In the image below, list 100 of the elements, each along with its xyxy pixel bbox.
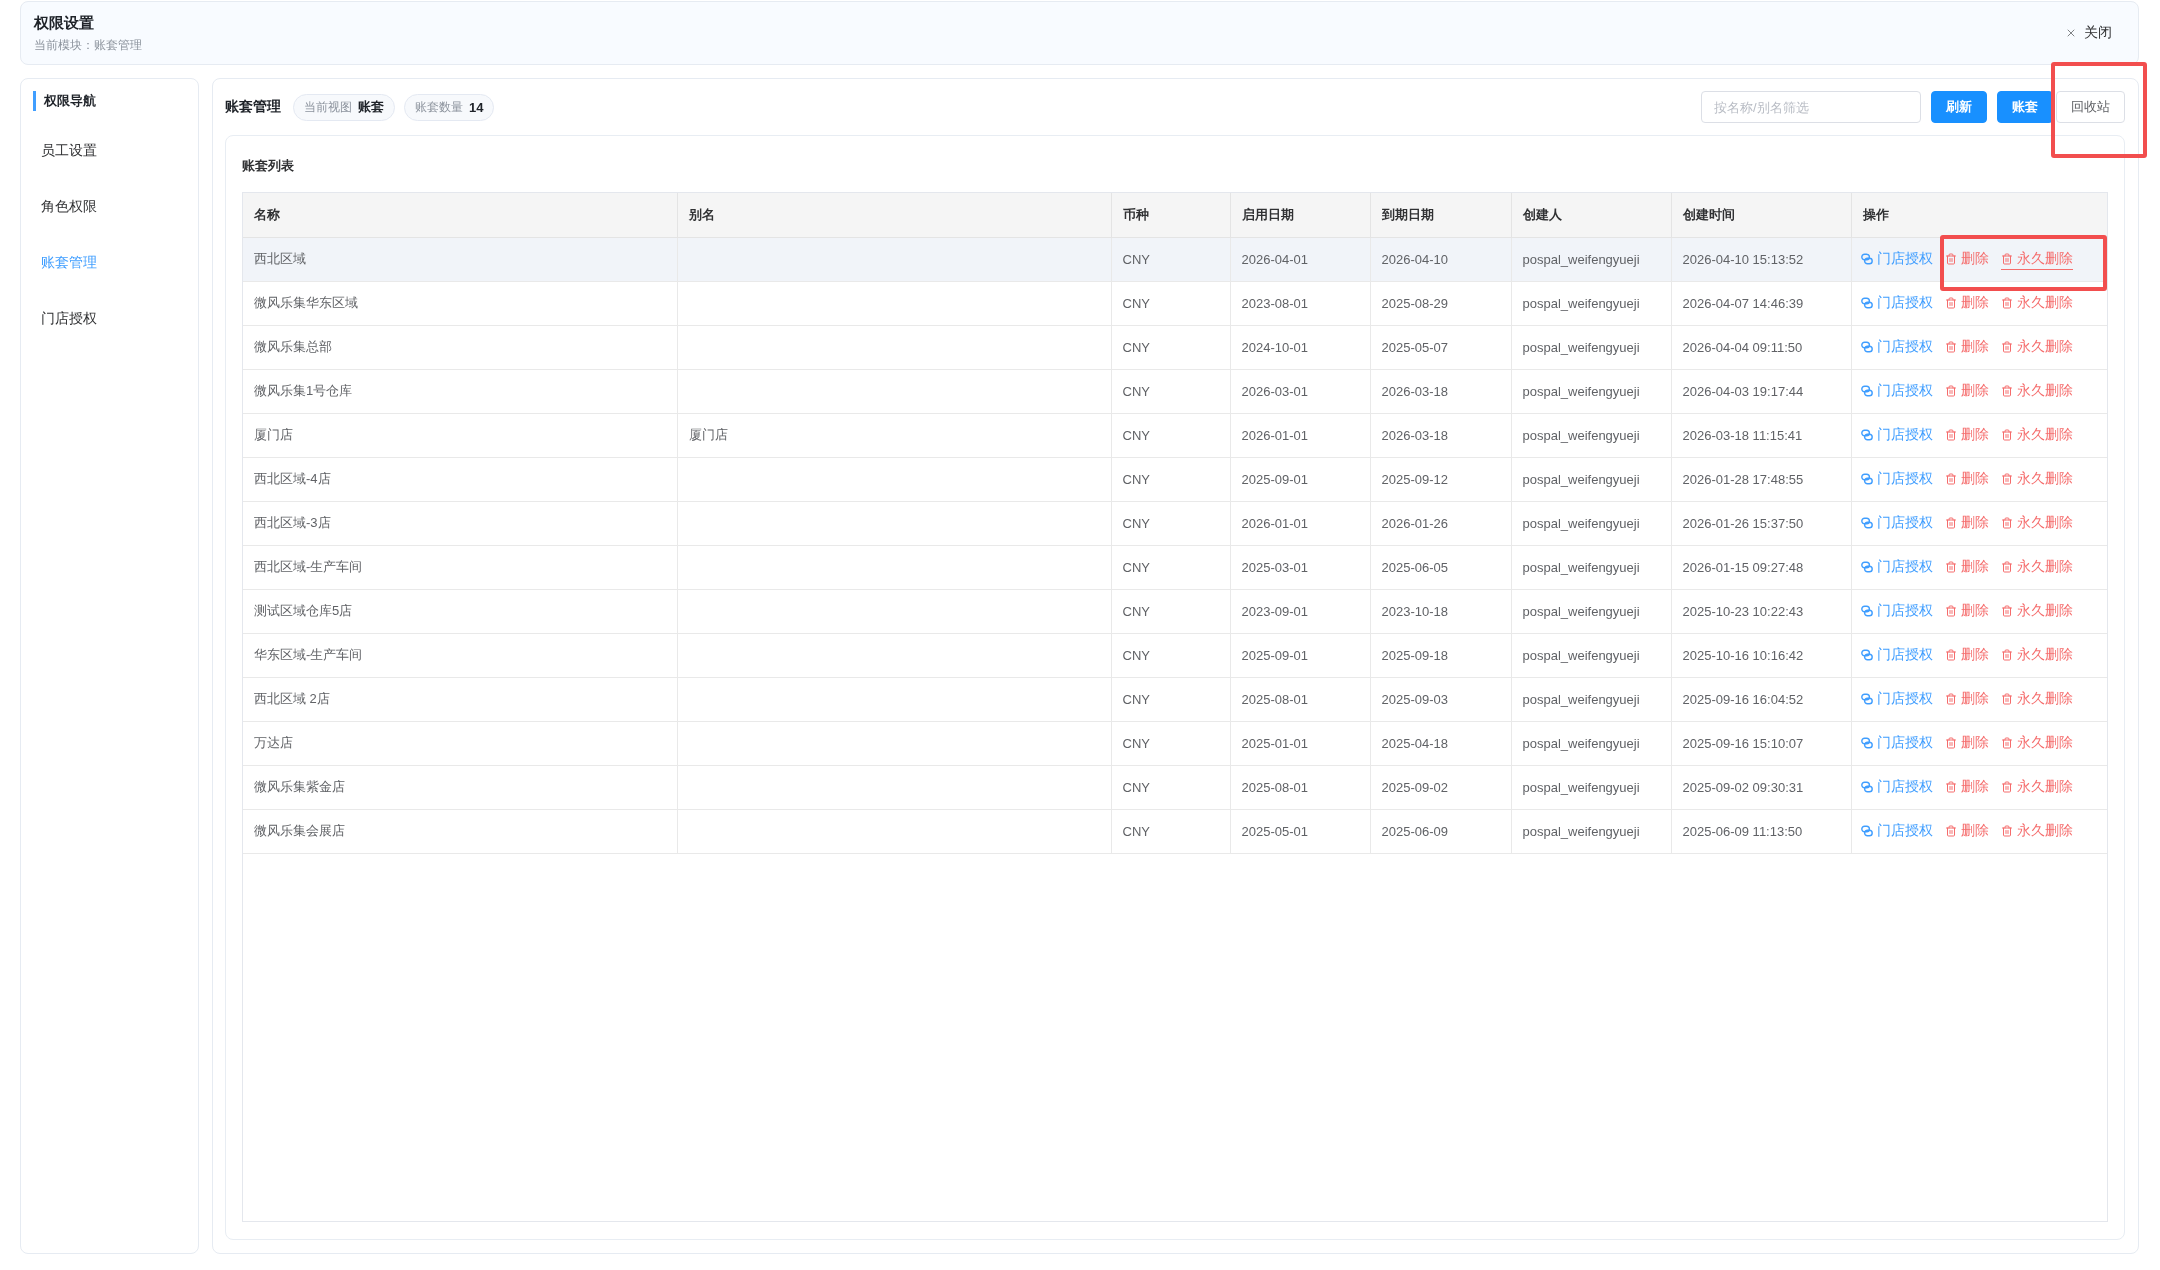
table-cell: 西北区域: [243, 237, 677, 281]
nav-item[interactable]: 账套管理: [21, 235, 198, 291]
delete-link[interactable]: 删除: [1944, 776, 1989, 798]
table-cell: CNY: [1111, 457, 1230, 501]
store-auth-link[interactable]: 门店授权: [1860, 248, 1933, 270]
table-cell: 2026-01-26: [1370, 501, 1511, 545]
table-cell: 微风乐集华东区域: [243, 281, 677, 325]
nav-item[interactable]: 角色权限: [21, 179, 198, 235]
delete-link[interactable]: 删除: [1944, 820, 1989, 842]
permanent-delete-link[interactable]: 永久删除: [2000, 688, 2073, 710]
store-auth-link[interactable]: 门店授权: [1860, 336, 1933, 358]
link-icon: [1860, 825, 1873, 837]
delete-link[interactable]: 删除: [1944, 424, 1989, 446]
close-button[interactable]: 关闭: [2065, 24, 2112, 42]
table-cell: 2026-01-15 09:27:48: [1671, 545, 1851, 589]
nav-item[interactable]: 员工设置: [21, 123, 198, 179]
table-cell: pospal_weifengyueji: [1511, 677, 1671, 721]
store-auth-link[interactable]: 门店授权: [1860, 556, 1933, 578]
permanent-delete-link[interactable]: 永久删除: [2000, 512, 2073, 534]
table-cell: 2025-08-29: [1370, 281, 1511, 325]
store-auth-link[interactable]: 门店授权: [1860, 820, 1933, 842]
search-field[interactable]: 按名称/别名筛选: [1701, 91, 1921, 123]
permanent-delete-link[interactable]: 永久删除: [2000, 556, 2073, 578]
table-cell: 2025-06-09 11:13:50: [1671, 809, 1851, 853]
table-cell: pospal_weifengyueji: [1511, 369, 1671, 413]
link-icon: [1860, 473, 1873, 485]
toolbar-button[interactable]: 回收站: [2056, 91, 2125, 123]
table-cell: 2025-10-16 10:16:42: [1671, 633, 1851, 677]
table-cell: 2026-04-01: [1230, 237, 1370, 281]
nav-item[interactable]: 门店授权: [21, 291, 198, 347]
store-auth-link[interactable]: 门店授权: [1860, 776, 1933, 798]
link-icon: [1860, 429, 1873, 441]
link-icon: [1860, 693, 1873, 705]
link-icon: [1860, 737, 1873, 749]
store-auth-link[interactable]: 门店授权: [1860, 732, 1933, 754]
table-cell: CNY: [1111, 589, 1230, 633]
link-icon: [1860, 297, 1873, 309]
table-cell: 2026-03-01: [1230, 369, 1370, 413]
delete-link[interactable]: 删除: [1944, 556, 1989, 578]
table-cell: pospal_weifengyueji: [1511, 765, 1671, 809]
permanent-delete-link[interactable]: 永久删除: [2000, 644, 2073, 666]
permanent-delete-link[interactable]: 永久删除: [2000, 468, 2073, 490]
permanent-delete-link[interactable]: 永久删除: [2000, 600, 2073, 622]
store-auth-link[interactable]: 门店授权: [1860, 512, 1933, 534]
permanent-delete-link[interactable]: 永久删除: [2000, 336, 2073, 358]
table-cell: 2026-04-04 09:11:50: [1671, 325, 1851, 369]
delete-link[interactable]: 删除: [1944, 512, 1989, 534]
table-cell: 厦门店: [677, 413, 1111, 457]
trash-icon: [2000, 737, 2013, 749]
table-cell: CNY: [1111, 325, 1230, 369]
trash-icon: [1944, 297, 1957, 309]
delete-link[interactable]: 删除: [1944, 468, 1989, 490]
delete-link[interactable]: 删除: [1944, 732, 1989, 754]
table-cell: 2025-04-18: [1370, 721, 1511, 765]
delete-link[interactable]: 删除: [1944, 688, 1989, 710]
close-icon: [2065, 27, 2077, 39]
table-cell: 2025-09-02 09:30:31: [1671, 765, 1851, 809]
delete-link[interactable]: 删除: [1944, 644, 1989, 666]
table-cell: 2025-06-05: [1370, 545, 1511, 589]
store-auth-link[interactable]: 门店授权: [1860, 468, 1933, 490]
table-cell: 2026-04-07 14:46:39: [1671, 281, 1851, 325]
link-icon: [1860, 517, 1873, 529]
store-auth-link[interactable]: 门店授权: [1860, 292, 1933, 314]
delete-link[interactable]: 删除: [1944, 600, 1989, 622]
trash-icon: [1944, 517, 1957, 529]
table-cell: 2023-09-01: [1230, 589, 1370, 633]
delete-link[interactable]: 删除: [1944, 380, 1989, 402]
toolbar-button[interactable]: 账套: [1997, 91, 2053, 123]
store-auth-link[interactable]: 门店授权: [1860, 644, 1933, 666]
permanent-delete-link[interactable]: 永久删除: [2000, 292, 2073, 314]
store-auth-link[interactable]: 门店授权: [1860, 380, 1933, 402]
store-auth-link[interactable]: 门店授权: [1860, 688, 1933, 710]
store-auth-link[interactable]: 门店授权: [1860, 424, 1933, 446]
link-icon: [1860, 561, 1873, 573]
table-cell: 万达店: [243, 721, 677, 765]
link-icon: [1860, 605, 1873, 617]
table-cell: 2026-01-01: [1230, 501, 1370, 545]
table-cell: 2025-09-18: [1370, 633, 1511, 677]
permanent-delete-link[interactable]: 永久删除: [2000, 380, 2073, 402]
trash-icon: [2000, 473, 2013, 485]
permanent-delete-link[interactable]: 永久删除: [2000, 248, 2073, 270]
table-cell: CNY: [1111, 281, 1230, 325]
store-auth-link[interactable]: 门店授权: [1860, 600, 1933, 622]
delete-link[interactable]: 删除: [1944, 292, 1989, 314]
toolbar-button[interactable]: 刷新: [1931, 91, 1987, 123]
permanent-delete-link[interactable]: 永久删除: [2000, 820, 2073, 842]
column-header: 币种: [1111, 193, 1230, 237]
trash-icon: [2000, 825, 2013, 837]
delete-link[interactable]: 删除: [1944, 336, 1989, 358]
table-cell: 2025-01-01: [1230, 721, 1370, 765]
permanent-delete-link[interactable]: 永久删除: [2000, 424, 2073, 446]
permanent-delete-link[interactable]: 永久删除: [2000, 776, 2073, 798]
column-header: 创建人: [1511, 193, 1671, 237]
table-cell: 2025-03-01: [1230, 545, 1370, 589]
trash-icon: [2000, 517, 2013, 529]
table-cell: CNY: [1111, 633, 1230, 677]
chip-value: 14: [469, 99, 484, 115]
table-cell: 2025-09-16 15:10:07: [1671, 721, 1851, 765]
permanent-delete-link[interactable]: 永久删除: [2000, 732, 2073, 754]
delete-link[interactable]: 删除: [1944, 248, 1989, 270]
